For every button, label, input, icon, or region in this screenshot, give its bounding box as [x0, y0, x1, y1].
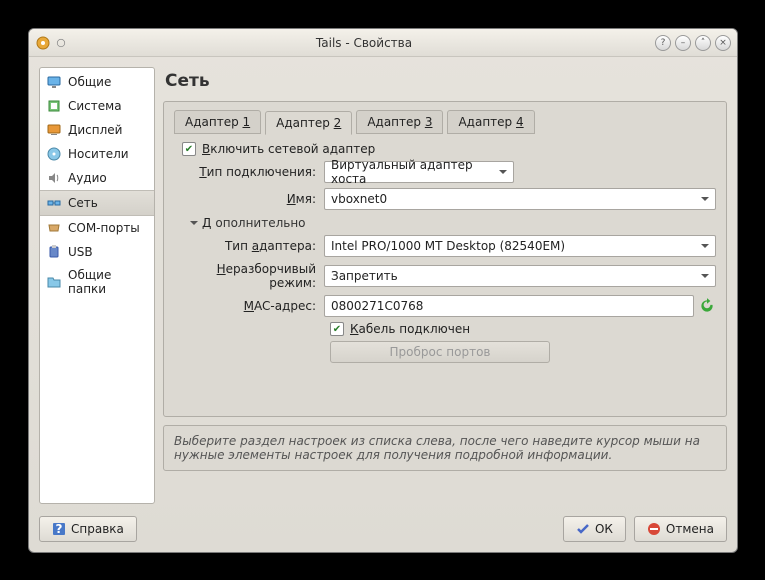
select-value: vboxnet0: [331, 192, 387, 206]
sidebar-item-storage[interactable]: Носители: [40, 142, 154, 166]
window-title: Tails - Свойства: [73, 36, 655, 50]
cancel-button[interactable]: Отмена: [634, 516, 727, 542]
select-value: Intel PRO/1000 MT Desktop (82540EM): [331, 239, 565, 253]
sidebar-item-label: COM-порты: [68, 221, 140, 235]
speaker-icon: [46, 170, 62, 186]
disc-icon: [46, 146, 62, 162]
sidebar-item-display[interactable]: Дисплей: [40, 118, 154, 142]
sidebar-item-usb[interactable]: USB: [40, 240, 154, 264]
attach-label: Тип подключения:: [174, 165, 324, 179]
help-button[interactable]: ? Справка: [39, 516, 137, 542]
serial-icon: [46, 220, 62, 236]
cable-label: Кабель подключен: [350, 322, 470, 336]
network-icon: [46, 195, 62, 211]
help-button[interactable]: ?: [655, 35, 671, 51]
promisc-label: Неразборчивый режим:: [174, 262, 324, 290]
name-label: Имя:: [174, 192, 324, 206]
adapter-tabs: Адаптер 1 Адаптер 2 Адаптер 3 Адаптер 4: [174, 110, 716, 134]
check-icon: [576, 522, 590, 536]
page-title: Сеть: [163, 67, 727, 101]
close-button[interactable]: ×: [715, 35, 731, 51]
tab-adapter-1[interactable]: Адаптер 1: [174, 110, 261, 134]
title-buttons: ? – ˄ ×: [655, 35, 731, 51]
folder-icon: [46, 274, 62, 290]
settings-window: Tails - Свойства ? – ˄ × Общие Система Д…: [28, 28, 738, 553]
sidebar-item-label: Аудио: [68, 171, 107, 185]
tab-adapter-3[interactable]: Адаптер 3: [356, 110, 443, 134]
maximize-button[interactable]: ˄: [695, 35, 711, 51]
minimize-button[interactable]: –: [675, 35, 691, 51]
button-label: Отмена: [666, 522, 714, 536]
pin-icon[interactable]: [55, 35, 67, 51]
svg-text:?: ?: [56, 522, 63, 536]
sidebar-item-label: Общие: [68, 75, 111, 89]
cable-checkbox[interactable]: [330, 322, 344, 336]
refresh-icon[interactable]: [698, 297, 716, 315]
button-label: Справка: [71, 522, 124, 536]
tab-adapter-2[interactable]: Адаптер 2: [265, 111, 352, 135]
monitor-icon: [46, 74, 62, 90]
footer: ? Справка ОК Отмена: [29, 510, 737, 552]
display-icon: [46, 122, 62, 138]
settings-panel: Адаптер 1 Адаптер 2 Адаптер 3 Адаптер 4 …: [163, 101, 727, 417]
sidebar-item-shared[interactable]: Общие папки: [40, 264, 154, 300]
button-label: ОК: [595, 522, 613, 536]
mac-label: MAC-адрес:: [174, 299, 324, 313]
sidebar-item-label: Общие папки: [68, 268, 148, 296]
sidebar-item-label: Сеть: [68, 196, 98, 210]
adapter-type-label: Тип адаптера:: [174, 239, 324, 253]
adapter-type-select[interactable]: Intel PRO/1000 MT Desktop (82540EM): [324, 235, 716, 257]
port-forwarding-button: Проброс портов: [330, 341, 550, 363]
sidebar-item-label: Система: [68, 99, 122, 113]
sidebar-item-serial[interactable]: COM-порты: [40, 216, 154, 240]
main-content: Сеть Адаптер 1 Адаптер 2 Адаптер 3 Адапт…: [163, 67, 727, 504]
cancel-icon: [647, 522, 661, 536]
sidebar-item-general[interactable]: Общие: [40, 70, 154, 94]
help-text: Выберите раздел настроек из списка слева…: [163, 425, 727, 471]
titlebar: Tails - Свойства ? – ˄ ×: [29, 29, 737, 57]
chip-icon: [46, 98, 62, 114]
sidebar-item-network[interactable]: Сеть: [40, 190, 154, 216]
gear-icon: [35, 35, 51, 51]
sidebar-item-system[interactable]: Система: [40, 94, 154, 118]
usb-icon: [46, 244, 62, 260]
ok-button[interactable]: ОК: [563, 516, 626, 542]
mac-input[interactable]: [324, 295, 694, 317]
name-select[interactable]: vboxnet0: [324, 188, 716, 210]
help-icon: ?: [52, 522, 66, 536]
promisc-select[interactable]: Запретить: [324, 265, 716, 287]
enable-adapter-label: Включить сетевой адаптер: [202, 142, 375, 156]
advanced-toggle[interactable]: Дополнительно: [190, 216, 716, 230]
select-value: Запретить: [331, 269, 398, 283]
attach-select[interactable]: Виртуальный адаптер хоста: [324, 161, 514, 183]
sidebar-item-label: Носители: [68, 147, 129, 161]
tab-adapter-4[interactable]: Адаптер 4: [447, 110, 534, 134]
sidebar: Общие Система Дисплей Носители Аудио Сет…: [39, 67, 155, 504]
select-value: Виртуальный адаптер хоста: [331, 158, 493, 186]
sidebar-item-audio[interactable]: Аудио: [40, 166, 154, 190]
sidebar-item-label: USB: [68, 245, 93, 259]
sidebar-item-label: Дисплей: [68, 123, 122, 137]
enable-adapter-checkbox[interactable]: [182, 142, 196, 156]
